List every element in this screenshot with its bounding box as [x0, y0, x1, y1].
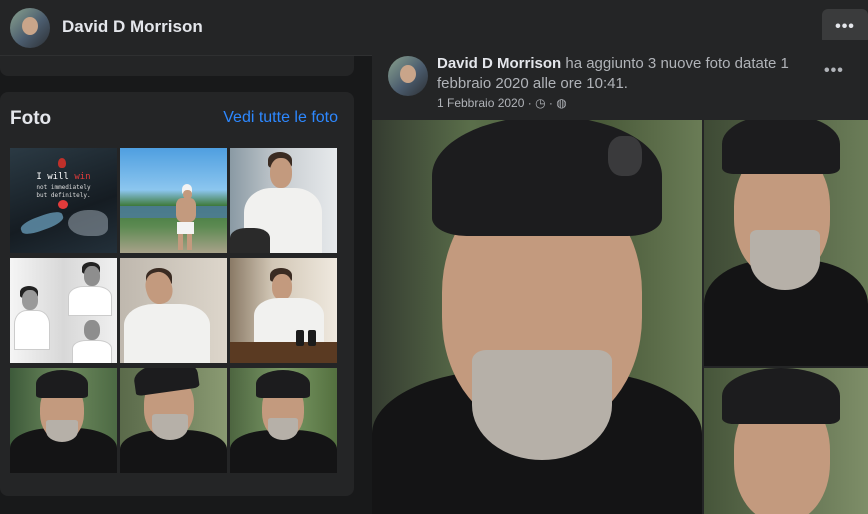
post-author-avatar[interactable] [388, 56, 428, 96]
photo-thumbnail[interactable] [10, 258, 117, 363]
profile-avatar[interactable] [10, 8, 50, 48]
post-date[interactable]: 1 Febbraio 2020 [437, 96, 524, 110]
photo-thumbnail[interactable]: I will win not immediately but definitel… [10, 148, 117, 253]
clock-icon: ◷ [535, 96, 546, 110]
photos-title: Foto [10, 108, 52, 129]
post-photo-secondary[interactable] [704, 120, 868, 366]
post-photo-main[interactable] [372, 120, 702, 514]
post-author-name[interactable]: David D Morrison [437, 55, 561, 72]
beanie-logo-icon [608, 136, 642, 176]
post-meta: 1 Febbraio 2020 · ◷ · ◍ [437, 96, 567, 110]
photo-thumbnail[interactable] [120, 258, 227, 363]
post-card: David D Morrison ha aggiunto 3 nuove fot… [372, 40, 868, 514]
photo-thumbnail[interactable] [230, 368, 337, 473]
photo-thumbnail[interactable] [230, 148, 337, 253]
quote-line: not immediately [36, 184, 91, 191]
photo-thumbnail[interactable] [10, 368, 117, 473]
rose-icon [58, 158, 66, 168]
see-all-photos-link[interactable]: Vedi tutte le foto [223, 109, 338, 127]
post-more-options-icon[interactable]: ••• [824, 62, 844, 80]
post-header: David D Morrison ha aggiunto 3 nuove fot… [437, 54, 803, 94]
quote-win-text: win [74, 172, 91, 182]
photo-thumbnail[interactable] [120, 368, 227, 473]
quote-line: but definitely. [36, 192, 91, 199]
heart-icon [58, 200, 68, 209]
intro-card-bottom [0, 56, 354, 76]
photo-thumbnail[interactable] [120, 148, 227, 253]
globe-icon[interactable]: ◍ [556, 96, 566, 110]
post-photo-tertiary[interactable] [704, 368, 868, 514]
profile-name[interactable]: David D Morrison [62, 17, 203, 37]
photos-card: Foto Vedi tutte le foto I will win not i… [0, 92, 354, 496]
photo-thumbnail[interactable] [230, 258, 337, 363]
quote-text: I will [36, 172, 75, 182]
